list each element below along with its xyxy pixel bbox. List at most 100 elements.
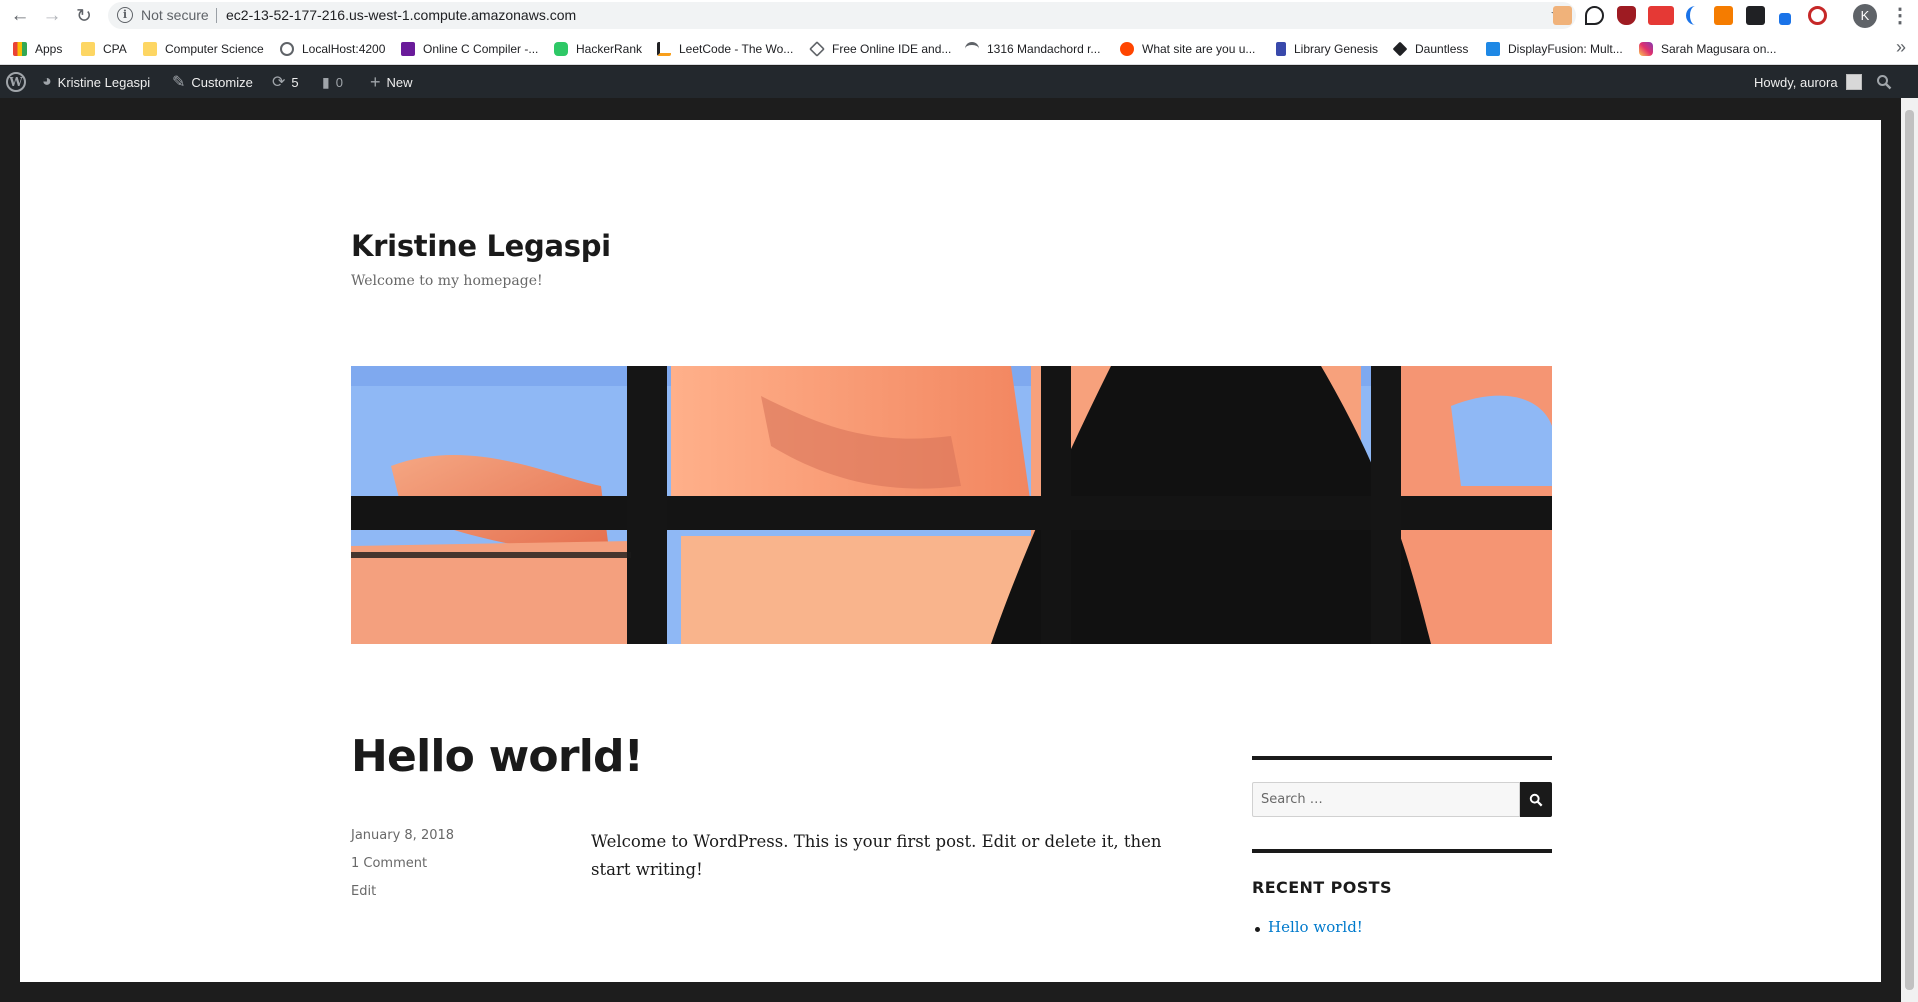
page-viewport: Kristine Legaspi Welcome to my homepage!: [0, 98, 1901, 1002]
dauntless-icon: [1392, 41, 1408, 57]
bookmark-label: Apps: [35, 42, 63, 56]
search-button[interactable]: [1520, 782, 1552, 817]
recent-post-link[interactable]: Hello world!: [1268, 918, 1363, 936]
post-comments-link[interactable]: 1 Comment: [351, 856, 427, 871]
folder-icon: [81, 42, 95, 56]
scrollbar-thumb[interactable]: [1905, 110, 1914, 990]
reddit-icon: [1120, 42, 1134, 56]
bookmark-library-genesis[interactable]: Library Genesis: [1276, 40, 1378, 58]
post-title[interactable]: Hello world!: [351, 731, 644, 782]
site-description: Welcome to my homepage!: [351, 273, 543, 289]
recent-posts-rule: [1252, 849, 1552, 853]
adminbar-new[interactable]: + New: [370, 66, 413, 98]
adminbar-comments[interactable]: ▮ 0: [322, 66, 343, 98]
adminbar-my-account[interactable]: Howdy, aurora: [1754, 66, 1862, 98]
updates-refresh-icon: ⟳: [272, 74, 286, 91]
bookmark-label: 1316 Mandachord r...: [987, 42, 1101, 56]
extension-pen-icon[interactable]: [1779, 13, 1791, 25]
extension-reader-icon[interactable]: [1553, 6, 1572, 25]
extension-moon-icon[interactable]: [1686, 6, 1705, 25]
page-scrollbar[interactable]: [1901, 98, 1918, 1002]
search-widget-rule: [1252, 756, 1552, 760]
bookmark-label: Library Genesis: [1294, 42, 1379, 56]
header-image-art: [351, 366, 1552, 644]
forward-arrow-icon[interactable]: →: [40, 4, 64, 28]
browser-toolbar: ← → ↻ i Not secure ec2-13-52-177-216.us-…: [0, 0, 1918, 31]
header-image: [351, 366, 1552, 644]
site-title[interactable]: Kristine Legaspi: [351, 229, 611, 263]
adminbar-site-name[interactable]: ◕ Kristine Legaspi: [42, 66, 150, 98]
wp-logo-menu[interactable]: W: [6, 66, 26, 98]
post-content: Welcome to WordPress. This is your first…: [591, 832, 1162, 879]
search-input[interactable]: Search …: [1252, 782, 1520, 817]
adminbar-search[interactable]: [1876, 66, 1892, 98]
instagram-icon: [1639, 42, 1653, 56]
gmail-checker-icon[interactable]: [1648, 6, 1674, 25]
post-date[interactable]: January 8, 2018: [351, 828, 454, 843]
extension-dark-icon[interactable]: [1746, 6, 1765, 25]
bookmark-free-online-ide[interactable]: Free Online IDE and...: [809, 40, 952, 58]
updates-count: 5: [291, 74, 299, 90]
browser-menu-icon[interactable]: ⋮: [1890, 3, 1910, 28]
bookmark-label: What site are you u...: [1142, 42, 1256, 56]
bookmark-label: Online C Compiler -...: [423, 42, 539, 56]
libgen-icon: [1276, 42, 1286, 56]
adminbar-new-label: New: [386, 74, 413, 90]
adminbar-customize[interactable]: ✎ Customize: [172, 66, 253, 98]
comments-count: 0: [335, 74, 343, 90]
adminbar-updates[interactable]: ⟳ 5: [272, 66, 299, 98]
ide-icon: [809, 41, 825, 57]
list-bullet: [1255, 927, 1260, 932]
security-label[interactable]: Not secure: [141, 7, 209, 23]
reload-icon[interactable]: ↻: [72, 4, 96, 28]
bookmark-label: Free Online IDE and...: [832, 42, 952, 56]
paintbrush-icon: ✎: [172, 74, 186, 91]
address-divider: [216, 8, 217, 23]
extension-grid-icon[interactable]: [1714, 6, 1733, 25]
compiler-icon: [401, 42, 415, 56]
extension-d-icon[interactable]: [1585, 6, 1604, 25]
recent-posts-title: RECENT POSTS: [1252, 878, 1392, 897]
search-icon: [1529, 793, 1543, 806]
bookmark-label: LocalHost:4200: [302, 42, 386, 56]
profile-avatar[interactable]: K: [1853, 4, 1877, 28]
bookmark-label: Sarah Magusara on...: [1661, 42, 1777, 56]
extension-eye-icon[interactable]: [1808, 6, 1827, 25]
bookmark-label: DisplayFusion: Mult...: [1508, 42, 1623, 56]
bookmark-label: CPA: [103, 42, 127, 56]
more-bookmarks-icon[interactable]: »: [1896, 37, 1906, 58]
globe-icon: [280, 42, 294, 56]
bookmark-computer-science[interactable]: Computer Science: [143, 40, 264, 58]
hackerrank-icon: [554, 42, 568, 56]
apps-grid-icon: [13, 42, 27, 56]
back-arrow-icon[interactable]: ←: [8, 4, 32, 28]
bookmark-online-c-compiler[interactable]: Online C Compiler -...: [401, 40, 538, 58]
folder-icon: [143, 42, 157, 56]
bookmark-cpa[interactable]: CPA: [81, 40, 127, 58]
leetcode-icon: [657, 42, 671, 56]
bookmark-displayfusion[interactable]: DisplayFusion: Mult...: [1486, 40, 1623, 58]
bookmark-sarah-magusara[interactable]: Sarah Magusara on...: [1639, 40, 1776, 58]
adminbar-greeting: Howdy, aurora: [1754, 74, 1838, 90]
bookmark-dauntless[interactable]: Dauntless: [1392, 40, 1469, 58]
dashboard-gauge-icon: ◕: [42, 73, 52, 90]
wp-admin-bar: W ◕ Kristine Legaspi ✎ Customize ⟳ 5 ▮ 0…: [0, 66, 1918, 98]
bookmark-hackerrank[interactable]: HackerRank: [554, 40, 642, 58]
bookmark-what-site[interactable]: What site are you u...: [1120, 40, 1255, 58]
search-icon: [1877, 75, 1892, 90]
ublock-icon[interactable]: [1617, 6, 1636, 25]
address-bar[interactable]: i Not secure ec2-13-52-177-216.us-west-1…: [108, 2, 1576, 29]
bookmark-localhost[interactable]: LocalHost:4200: [280, 40, 385, 58]
info-icon[interactable]: i: [117, 7, 133, 23]
adminbar-site-label: Kristine Legaspi: [57, 74, 151, 90]
bookmark-apps[interactable]: Apps: [13, 40, 62, 58]
bookmark-mandachord[interactable]: 1316 Mandachord r...: [965, 40, 1100, 58]
bookmark-label: Computer Science: [165, 42, 264, 56]
url-text[interactable]: ec2-13-52-177-216.us-west-1.compute.amaz…: [226, 7, 576, 23]
site-page: Kristine Legaspi Welcome to my homepage!: [20, 120, 1881, 982]
bookmark-label: Dauntless: [1415, 42, 1469, 56]
bookmark-label: LeetCode - The Wo...: [679, 42, 794, 56]
bookmark-leetcode[interactable]: LeetCode - The Wo...: [657, 40, 793, 58]
bookmarks-bar: Apps CPA Computer Science LocalHost:4200…: [0, 31, 1918, 65]
post-edit-link[interactable]: Edit: [351, 884, 376, 899]
